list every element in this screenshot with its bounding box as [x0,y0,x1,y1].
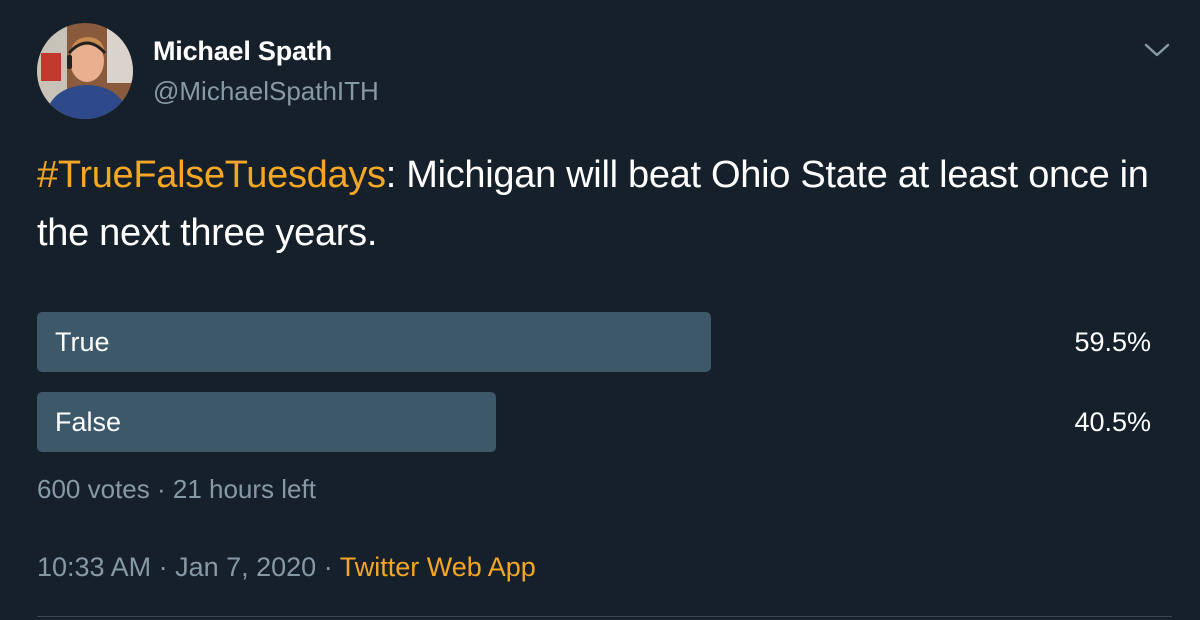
separator: · [316,552,340,582]
chevron-down-icon[interactable] [1140,36,1174,64]
separator: · [149,474,173,504]
tweet-text: #TrueFalseTuesdays: Michigan will beat O… [37,146,1157,262]
poll-option-true: True 59.5% [37,312,1157,372]
vote-count: 600 votes [37,474,150,504]
poll-bar [37,312,712,372]
time-left: 21 hours left [172,474,316,504]
poll-option-label: True [55,327,110,357]
user-handle[interactable]: @MichaelSpathITH [153,76,379,107]
separator: · [151,552,176,582]
poll-option-percent: 40.5% [1074,407,1151,437]
poll-option-percent: 59.5% [1074,327,1151,357]
source-link[interactable]: Twitter Web App [340,552,536,582]
divider [37,616,1172,617]
tweet-date[interactable]: Jan 7, 2020 [175,552,316,582]
tweet-time[interactable]: 10:33 AM [37,552,151,582]
tweet-timestamp-row: 10:33 AM · Jan 7, 2020 · Twitter Web App [37,552,536,583]
display-name[interactable]: Michael Spath [153,36,332,67]
avatar[interactable] [37,23,133,119]
tweet-card[interactable]: Michael Spath @MichaelSpathITH #TrueFals… [0,0,1200,620]
poll-option-false: False 40.5% [37,392,1157,452]
hashtag-link[interactable]: #TrueFalseTuesdays [37,154,386,196]
poll-meta: 600 votes · 21 hours left [37,474,316,505]
avatar-photo [37,23,133,119]
poll-option-label: False [55,407,122,437]
